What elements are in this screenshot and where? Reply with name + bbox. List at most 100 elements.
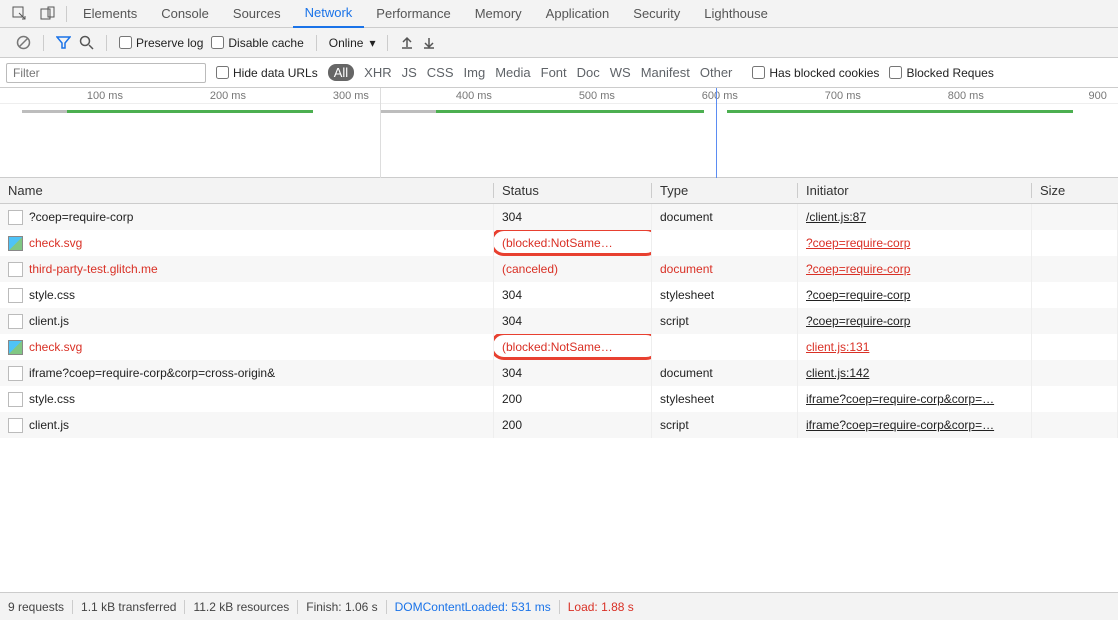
col-size[interactable]: Size <box>1032 183 1118 198</box>
col-status[interactable]: Status <box>494 183 652 198</box>
request-type: script <box>652 308 798 334</box>
type-filter-css[interactable]: CSS <box>427 65 454 80</box>
request-size <box>1032 230 1118 256</box>
download-har-icon[interactable] <box>422 36 436 50</box>
filter-input[interactable] <box>6 63 206 83</box>
col-type[interactable]: Type <box>652 183 798 198</box>
grid-header: Name Status Type Initiator Size <box>0 178 1118 204</box>
main-tabs: ElementsConsoleSourcesNetworkPerformance… <box>71 0 780 28</box>
type-filter-other[interactable]: Other <box>700 65 733 80</box>
status-requests: 9 requests <box>8 600 64 614</box>
request-type: document <box>652 360 798 386</box>
file-icon <box>8 236 23 251</box>
request-status: (canceled) <box>494 256 652 282</box>
request-row[interactable]: check.svg(blocked:NotSame…?coep=require-… <box>0 230 1118 256</box>
filter-icon[interactable] <box>56 35 71 50</box>
request-size <box>1032 256 1118 282</box>
tab-application[interactable]: Application <box>534 0 622 28</box>
type-filter-all[interactable]: All <box>328 64 354 81</box>
request-initiator[interactable]: client.js:131 <box>798 334 1032 360</box>
chevron-down-icon: ▾ <box>369 36 375 50</box>
timeline-overview[interactable]: 100 ms200 ms300 ms400 ms500 ms600 ms700 … <box>0 88 1118 178</box>
status-transferred: 1.1 kB transferred <box>81 600 176 614</box>
tab-security[interactable]: Security <box>621 0 692 28</box>
type-filter-manifest[interactable]: Manifest <box>641 65 690 80</box>
request-initiator[interactable]: /client.js:87 <box>798 204 1032 230</box>
request-initiator[interactable]: ?coep=require-corp <box>798 308 1032 334</box>
request-row[interactable]: style.css304stylesheet?coep=require-corp <box>0 282 1118 308</box>
hide-data-urls-checkbox[interactable]: Hide data URLs <box>216 66 318 80</box>
request-initiator[interactable]: ?coep=require-corp <box>798 256 1032 282</box>
request-size <box>1032 308 1118 334</box>
clear-icon[interactable] <box>16 35 31 50</box>
tab-performance[interactable]: Performance <box>364 0 462 28</box>
request-initiator[interactable]: ?coep=require-corp <box>798 230 1032 256</box>
status-finish: Finish: 1.06 s <box>306 600 377 614</box>
request-status: 200 <box>494 412 652 438</box>
request-initiator[interactable]: client.js:142 <box>798 360 1032 386</box>
type-filter-img[interactable]: Img <box>464 65 486 80</box>
throttling-select[interactable]: Online ▾ <box>329 36 376 50</box>
requests-grid[interactable]: ?coep=require-corp304document/client.js:… <box>0 204 1118 562</box>
preserve-log-checkbox[interactable]: Preserve log <box>119 36 203 50</box>
request-status: 304 <box>494 204 652 230</box>
inspect-icon[interactable] <box>6 2 34 26</box>
network-toolbar: Preserve log Disable cache Online ▾ <box>0 28 1118 58</box>
tab-elements[interactable]: Elements <box>71 0 149 28</box>
request-initiator[interactable]: ?coep=require-corp <box>798 282 1032 308</box>
tab-network[interactable]: Network <box>293 0 365 28</box>
request-status: (blocked:NotSame… <box>494 334 652 360</box>
request-initiator[interactable]: iframe?coep=require-corp&corp=… <box>798 386 1032 412</box>
request-type <box>652 230 798 256</box>
file-icon <box>8 210 23 225</box>
request-row[interactable]: style.css200stylesheetiframe?coep=requir… <box>0 386 1118 412</box>
devtools-topbar: ElementsConsoleSourcesNetworkPerformance… <box>0 0 1118 28</box>
type-filters: All XHR JS CSS Img Media Font Doc WS Manifest Othe… <box>328 65 743 80</box>
request-name: check.svg <box>29 340 82 354</box>
type-filter-js[interactable]: JS <box>402 65 417 80</box>
file-icon <box>8 340 23 355</box>
col-name[interactable]: Name <box>0 183 494 198</box>
status-bar: 9 requests 1.1 kB transferred 11.2 kB re… <box>0 592 1118 620</box>
request-name: client.js <box>29 418 69 432</box>
filter-bar: Hide data URLs All XHR JS CSS Img Media Font Do… <box>0 58 1118 88</box>
request-name: style.css <box>29 288 75 302</box>
disable-cache-checkbox[interactable]: Disable cache <box>211 36 303 50</box>
request-row[interactable]: client.js200scriptiframe?coep=require-co… <box>0 412 1118 438</box>
request-type: stylesheet <box>652 386 798 412</box>
request-row[interactable]: client.js 304script?coep=require-corp <box>0 308 1118 334</box>
upload-har-icon[interactable] <box>400 36 414 50</box>
tab-sources[interactable]: Sources <box>221 0 293 28</box>
type-filter-font[interactable]: Font <box>541 65 567 80</box>
file-icon <box>8 262 23 277</box>
type-filter-xhr[interactable]: XHR <box>364 65 391 80</box>
request-status: 304 <box>494 308 652 334</box>
search-icon[interactable] <box>79 35 94 50</box>
request-size <box>1032 386 1118 412</box>
type-filter-media[interactable]: Media <box>495 65 530 80</box>
status-resources: 11.2 kB resources <box>193 600 289 614</box>
request-row[interactable]: check.svg (blocked:NotSame… client.js:131 <box>0 334 1118 360</box>
request-row[interactable]: iframe?coep=require-corp&corp=cross-orig… <box>0 360 1118 386</box>
request-type: document <box>652 256 798 282</box>
type-filter-ws[interactable]: WS <box>610 65 631 80</box>
request-row[interactable]: third-party-test.glitch.me(canceled)docu… <box>0 256 1118 282</box>
tab-memory[interactable]: Memory <box>463 0 534 28</box>
request-status: 304 <box>494 360 652 386</box>
tab-console[interactable]: Console <box>149 0 221 28</box>
col-initiator[interactable]: Initiator <box>798 183 1032 198</box>
device-toggle-icon[interactable] <box>34 2 62 26</box>
request-size <box>1032 282 1118 308</box>
type-filter-doc[interactable]: Doc <box>577 65 600 80</box>
blocked-requests-checkbox[interactable]: Blocked Reques <box>889 66 993 80</box>
request-name: client.js <box>29 314 69 328</box>
status-dcl: DOMContentLoaded: 531 ms <box>395 600 551 614</box>
request-name: ?coep=require-corp <box>29 210 133 224</box>
request-row[interactable]: ?coep=require-corp304document/client.js:… <box>0 204 1118 230</box>
tab-lighthouse[interactable]: Lighthouse <box>692 0 780 28</box>
status-load: Load: 1.88 s <box>568 600 634 614</box>
has-blocked-cookies-checkbox[interactable]: Has blocked cookies <box>752 66 879 80</box>
request-initiator[interactable]: iframe?coep=require-corp&corp=… <box>798 412 1032 438</box>
request-name: style.css <box>29 392 75 406</box>
request-type: stylesheet <box>652 282 798 308</box>
